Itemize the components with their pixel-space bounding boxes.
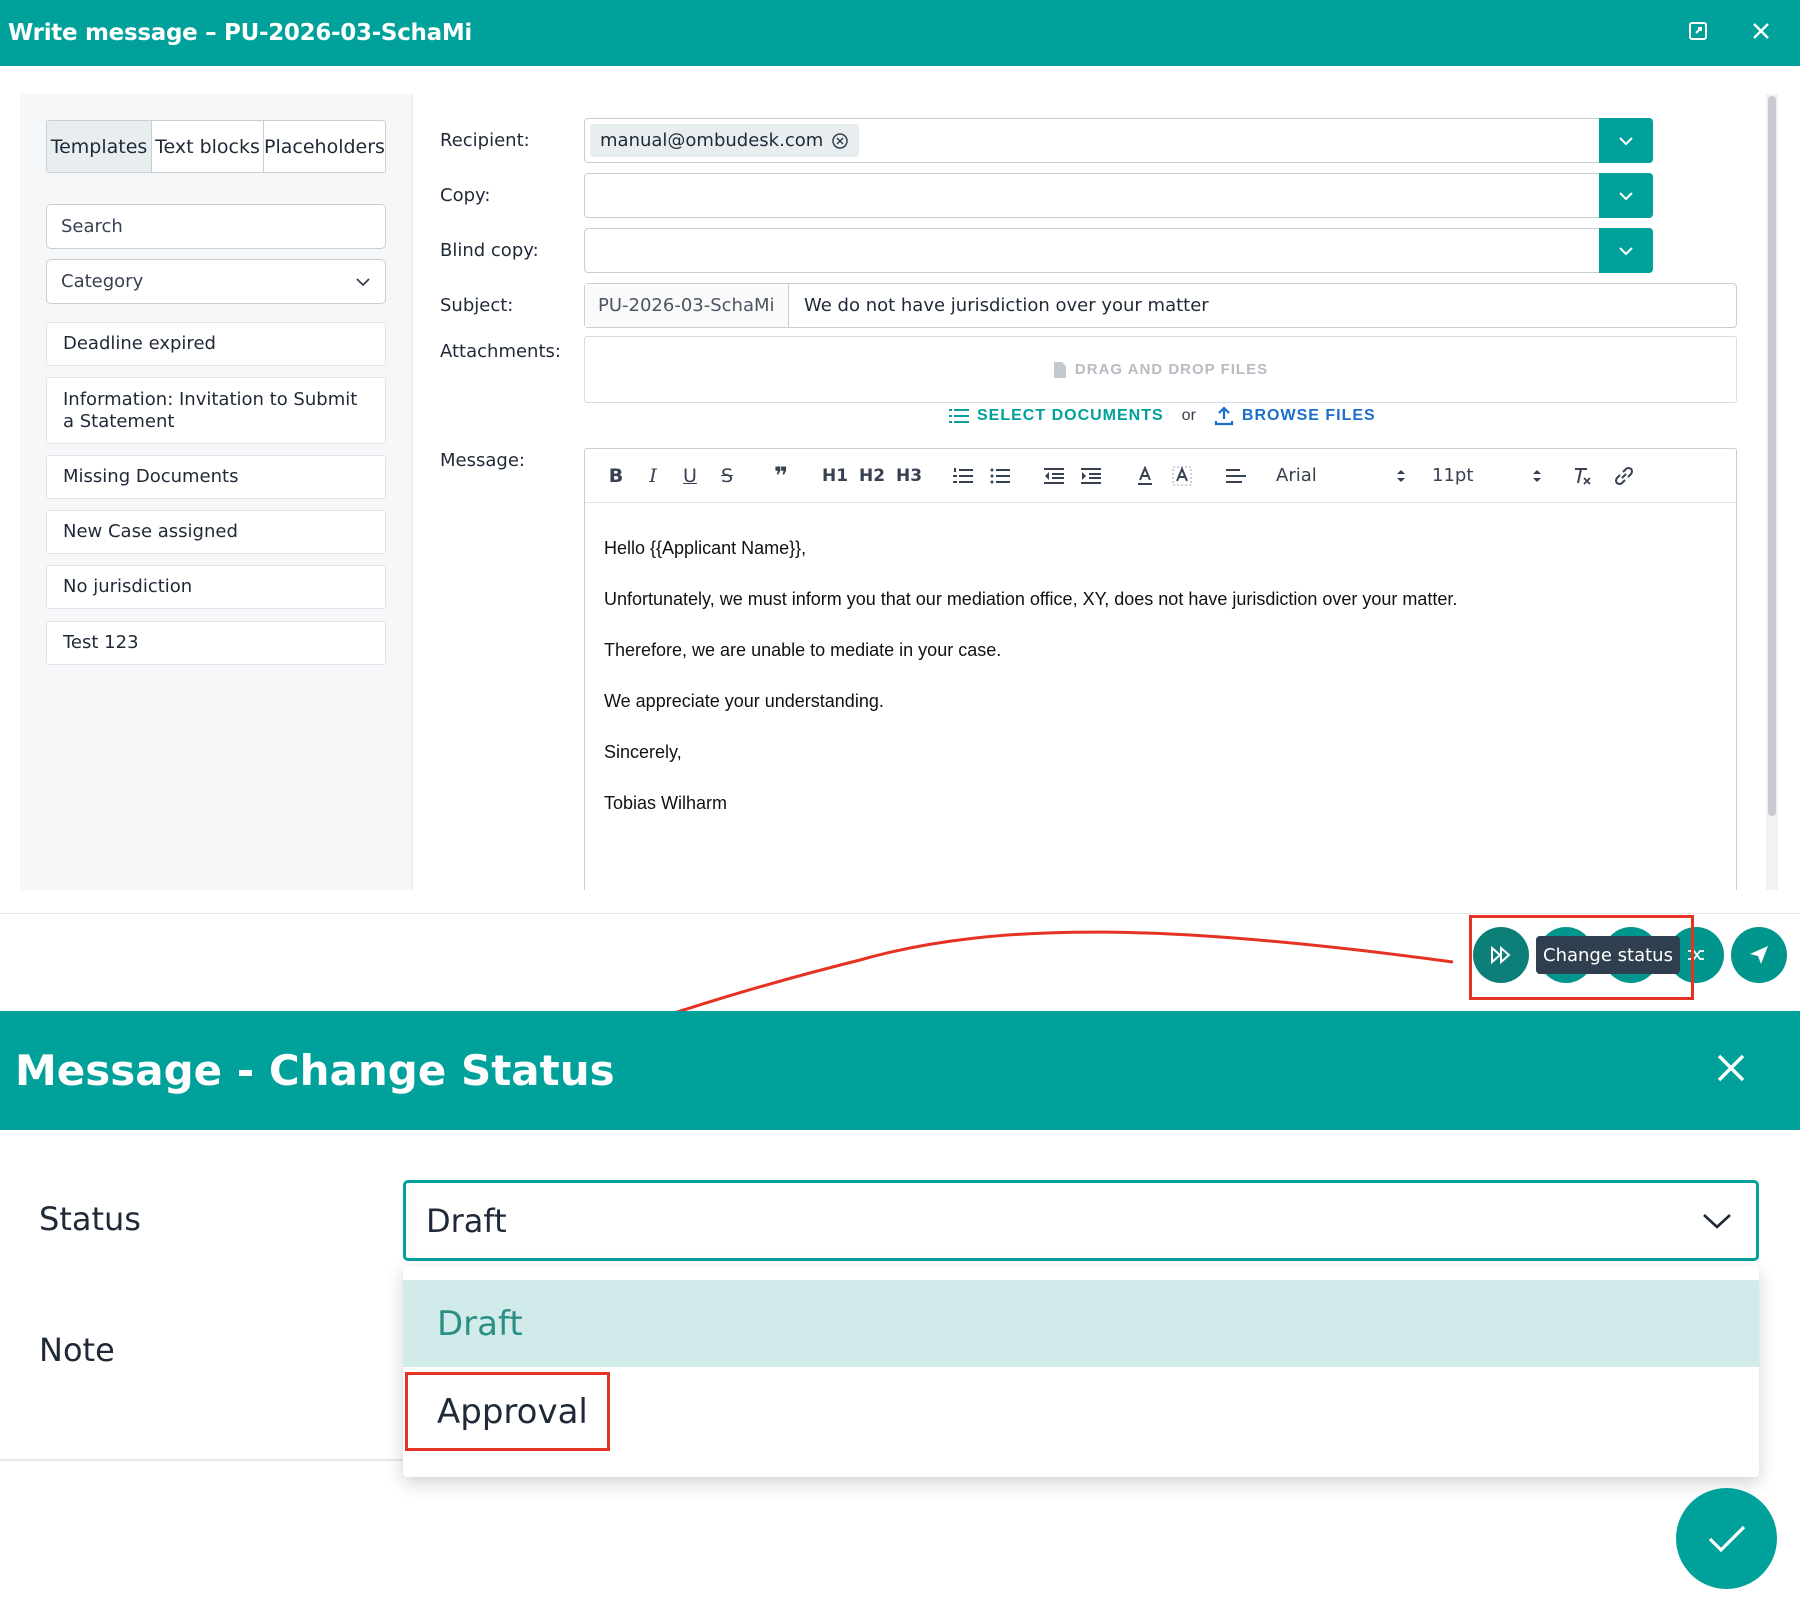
check-icon (1708, 1525, 1745, 1552)
note-label: Note (39, 1331, 115, 1369)
status-label: Status (39, 1200, 141, 1238)
dialog-divider (0, 1459, 403, 1461)
dialog-title: Message - Change Status (15, 1046, 615, 1095)
status-value: Draft (426, 1201, 507, 1240)
status-select[interactable]: Draft (403, 1180, 1759, 1261)
annotation-box (405, 1372, 610, 1451)
chevron-down-icon (1703, 1213, 1731, 1229)
dialog-close-icon[interactable] (1716, 1053, 1746, 1088)
change-status-dialog-header: Message - Change Status (0, 1011, 1800, 1130)
confirm-button[interactable] (1676, 1488, 1777, 1589)
status-option-draft[interactable]: Draft (403, 1280, 1759, 1367)
